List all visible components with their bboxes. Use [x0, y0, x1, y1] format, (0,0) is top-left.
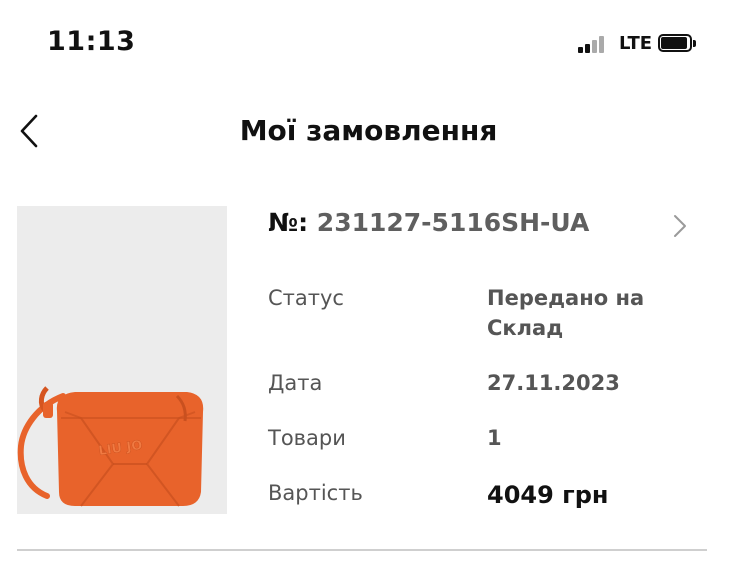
- status-bar: 11:13 LTE: [0, 0, 737, 90]
- status-label: Статус: [268, 286, 344, 310]
- date-label: Дата: [268, 371, 323, 395]
- battery-icon: [658, 34, 698, 54]
- navigation-bar: Мої замовлення: [0, 100, 737, 164]
- cellular-signal-icon: [578, 35, 612, 53]
- divider: [17, 549, 707, 551]
- product-image: LIU JO: [17, 206, 227, 514]
- items-label: Товари: [268, 426, 346, 450]
- order-number-prefix: №:: [268, 208, 309, 237]
- order-number-value: 231127-5116SH-UA: [316, 208, 590, 237]
- date-value: 27.11.2023: [487, 371, 620, 395]
- price-value: 4049 грн: [487, 481, 609, 509]
- order-number: №: 231127-5116SH-UA: [268, 208, 589, 237]
- status-time: 11:13: [47, 26, 136, 57]
- chevron-right-icon[interactable]: [670, 212, 690, 240]
- items-value: 1: [487, 426, 502, 450]
- status-value: Передано на Склад: [487, 286, 645, 340]
- network-type: LTE: [619, 33, 653, 54]
- page-title: Мої замовлення: [239, 114, 498, 147]
- price-label: Вартість: [268, 481, 363, 505]
- order-card[interactable]: LIU JO №: 231127-5116SH-UA Статус Переда…: [0, 188, 737, 528]
